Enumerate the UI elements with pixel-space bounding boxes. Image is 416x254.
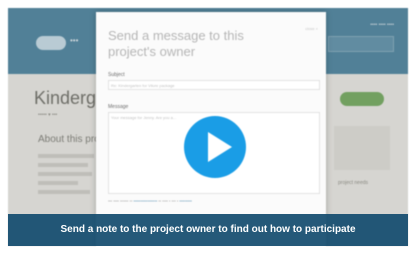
subject-label: Subject (108, 72, 125, 78)
play-icon (208, 132, 232, 162)
caption-text: Send a note to the project owner to find… (60, 224, 356, 235)
video-frame: ••• •••• •••• •••• Kindergar ••••• ▾ •••… (8, 8, 408, 246)
message-label: Message (108, 104, 129, 110)
caption-banner: Send a note to the project owner to find… (8, 214, 408, 246)
close-link[interactable]: close × (305, 26, 318, 31)
modal-title: Send a message to this project's owner (108, 28, 244, 59)
play-button[interactable] (184, 116, 246, 178)
subject-field[interactable]: Re: Kindergarten for Vilure package (108, 80, 320, 90)
footer-note: ••• •••• •••••• •• ••••••••••••••••• •• … (108, 198, 192, 203)
